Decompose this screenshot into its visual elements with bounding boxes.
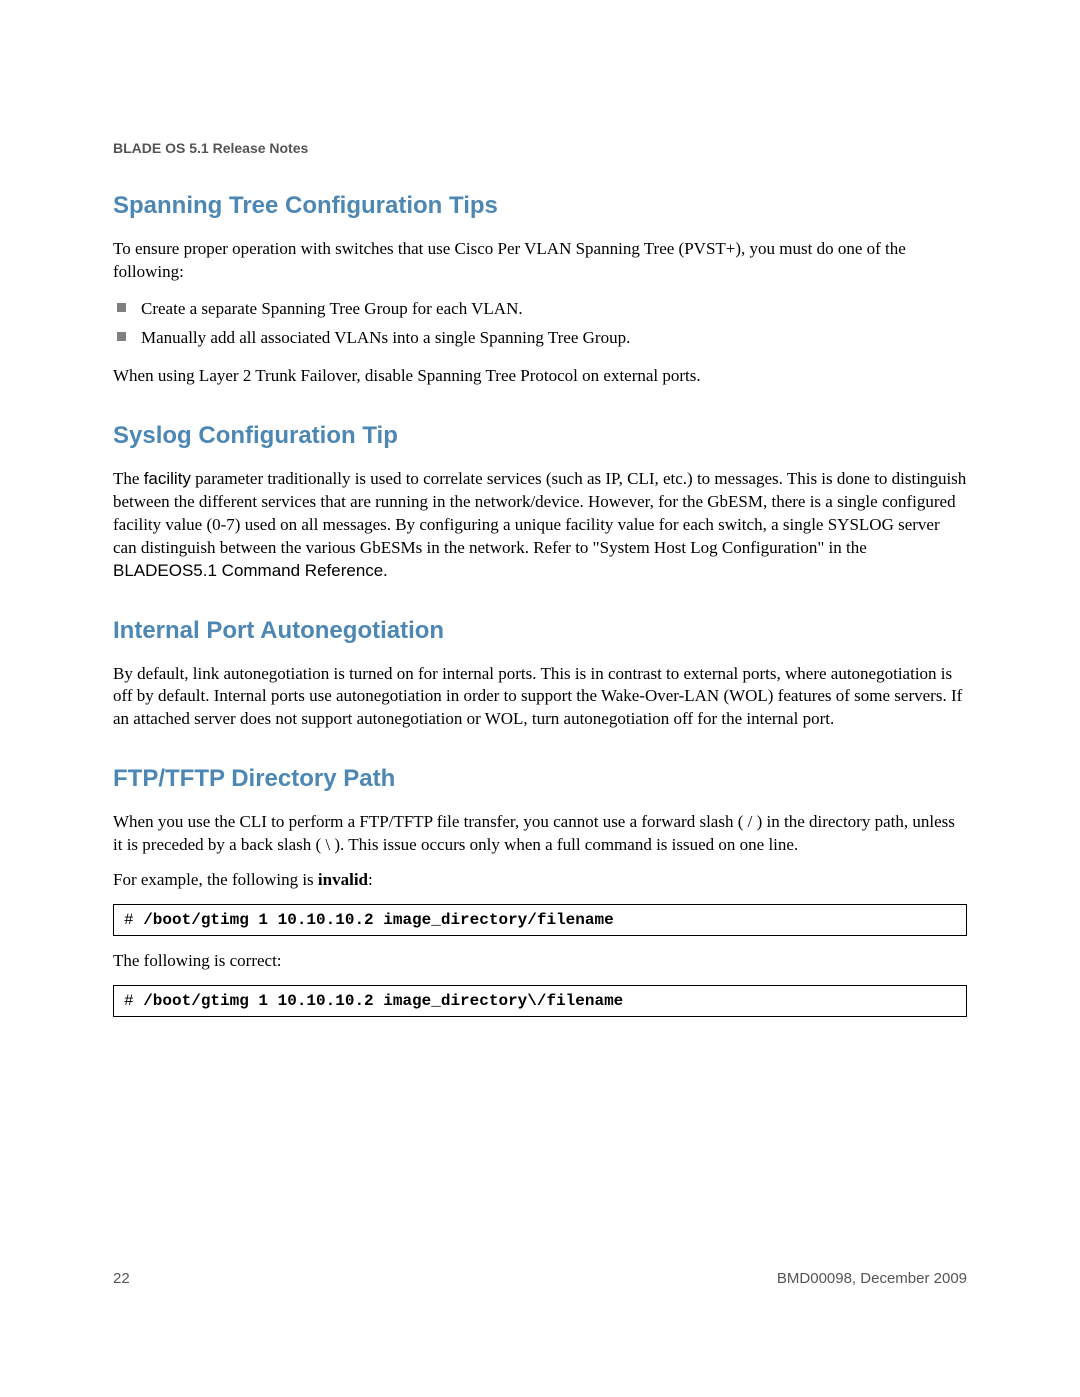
section-syslog: Syslog Configuration Tip The facility pa… xyxy=(113,422,967,583)
ftp-invalid-label: For example, the following is invalid: xyxy=(113,869,967,892)
text: For example, the following is xyxy=(113,870,318,889)
heading-spanning-tree: Spanning Tree Configuration Tips xyxy=(113,192,967,220)
list-item: Manually add all associated VLANs into a… xyxy=(141,325,967,351)
heading-autoneg: Internal Port Autonegotiation xyxy=(113,617,967,645)
command-text: /boot/gtimg 1 10.10.10.2 image_directory… xyxy=(143,992,623,1010)
prompt: # xyxy=(124,992,143,1010)
page-number: 22 xyxy=(113,1270,130,1287)
running-header: BLADE OS 5.1 Release Notes xyxy=(113,140,967,156)
spanning-bullets: Create a separate Spanning Tree Group fo… xyxy=(113,296,967,351)
text: The xyxy=(113,469,144,488)
text: parameter traditionally is used to corre… xyxy=(113,469,966,557)
ftp-paragraph-1: When you use the CLI to perform a FTP/TF… xyxy=(113,811,967,857)
ftp-correct-label: The following is correct: xyxy=(113,950,967,973)
text: : xyxy=(368,870,373,889)
doc-id: BMD00098, December 2009 xyxy=(777,1270,967,1287)
spanning-intro: To ensure proper operation with switches… xyxy=(113,238,967,284)
prompt: # xyxy=(124,911,143,929)
page-container: BLADE OS 5.1 Release Notes Spanning Tree… xyxy=(0,0,1080,1397)
invalid-word: invalid xyxy=(318,870,368,889)
command-text: /boot/gtimg 1 10.10.10.2 image_directory… xyxy=(143,911,613,929)
heading-ftp: FTP/TFTP Directory Path xyxy=(113,765,967,793)
section-autoneg: Internal Port Autonegotiation By default… xyxy=(113,617,967,732)
code-example-invalid: # /boot/gtimg 1 10.10.10.2 image_directo… xyxy=(113,904,967,936)
section-spanning-tree: Spanning Tree Configuration Tips To ensu… xyxy=(113,192,967,388)
facility-term: facility xyxy=(144,469,191,488)
command-reference: BLADEOS5.1 Command Reference xyxy=(113,561,383,580)
section-ftp: FTP/TFTP Directory Path When you use the… xyxy=(113,765,967,1017)
text: . xyxy=(383,561,387,580)
list-item: Create a separate Spanning Tree Group fo… xyxy=(141,296,967,322)
code-example-correct: # /boot/gtimg 1 10.10.10.2 image_directo… xyxy=(113,985,967,1017)
syslog-paragraph: The facility parameter traditionally is … xyxy=(113,468,967,583)
page-footer: 22 BMD00098, December 2009 xyxy=(113,1270,967,1287)
heading-syslog: Syslog Configuration Tip xyxy=(113,422,967,450)
spanning-outro: When using Layer 2 Trunk Failover, disab… xyxy=(113,365,967,388)
autoneg-paragraph: By default, link autonegotiation is turn… xyxy=(113,663,967,732)
